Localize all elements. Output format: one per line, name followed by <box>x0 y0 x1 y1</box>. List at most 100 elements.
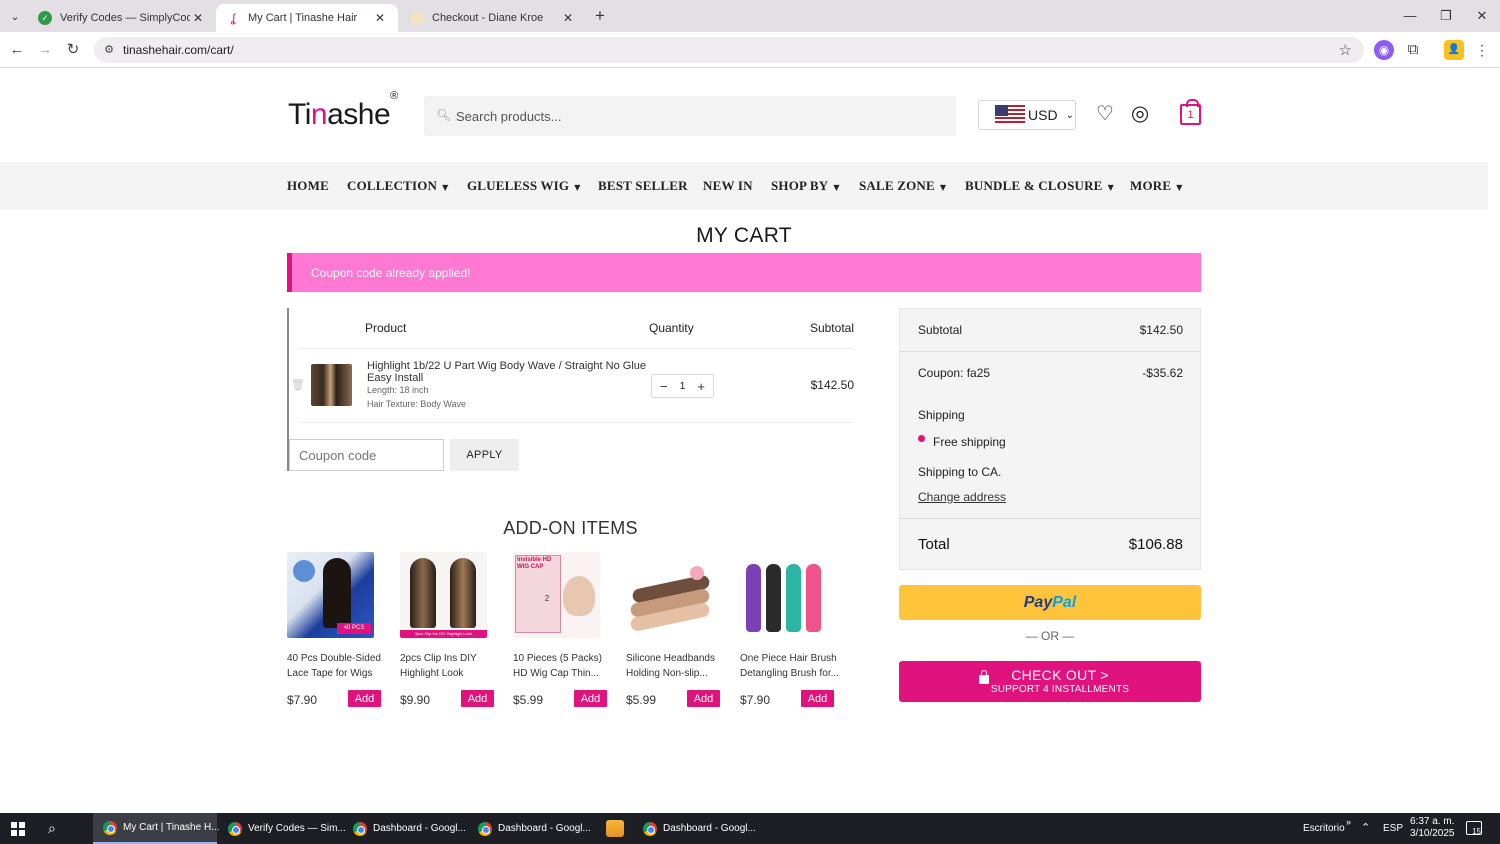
taskbar-app-my-cart[interactable]: My Cart | Tinashe H... <box>93 813 220 844</box>
taskbar-search-icon[interactable]: ⌕ <box>48 820 56 837</box>
bookmark-star-icon[interactable]: ☆ <box>1339 41 1352 59</box>
taskbar-app-verify-codes[interactable]: Verify Codes — Sim... <box>218 813 346 844</box>
add-addon-button[interactable]: Add <box>461 690 494 707</box>
desktop-toolbar-label[interactable]: Escritorio <box>1303 813 1345 844</box>
back-arrow-icon[interactable]: ← <box>6 39 28 61</box>
currency-selector[interactable]: USD ⌄ <box>978 100 1076 130</box>
notification-center-icon[interactable]: 15 <box>1466 821 1482 836</box>
addon-image[interactable]: 40 PCS <box>287 552 374 638</box>
tinashe-logo[interactable]: Tinashe® <box>288 90 398 132</box>
new-tab-button[interactable]: + <box>590 6 610 26</box>
add-addon-button[interactable]: Add <box>348 690 381 707</box>
addon-name[interactable]: One Piece Hair Brush Detangling Brush for… <box>740 651 840 681</box>
nav-item-bundle-closure[interactable]: BUNDLE & CLOSURE ▼ <box>965 178 1114 194</box>
add-addon-button[interactable]: Add <box>687 690 720 707</box>
product-name-link[interactable]: Highlight 1b/22 U Part Wig Body Wave / S… <box>367 360 647 384</box>
tab-search-icon[interactable]: ⌄ <box>4 5 26 27</box>
browser-menu-icon[interactable]: ⋮ <box>1472 40 1492 60</box>
paypal-button[interactable]: PayPal <box>899 585 1201 620</box>
addon-image[interactable]: 2pcs Clip Ins DIY Highlight Look <box>400 552 487 638</box>
chevron-down-icon: ▼ <box>939 182 947 192</box>
logo-text: Ti <box>288 98 311 131</box>
quantity-value[interactable]: 1 <box>680 381 686 392</box>
extensions-puzzle-icon[interactable]: ⧉ <box>1403 40 1423 60</box>
coupon-code-input[interactable] <box>289 439 444 471</box>
tab-title: Verify Codes — SimplyCodes <box>60 12 190 24</box>
reload-icon[interactable]: ↻ <box>62 39 84 61</box>
decrease-quantity-button[interactable]: − <box>660 379 668 394</box>
addon-name[interactable]: 2pcs Clip Ins DIY Highlight Look <box>400 651 500 681</box>
shipping-option-label[interactable]: Free shipping <box>933 435 1006 449</box>
minimize-button[interactable]: — <box>1393 5 1427 27</box>
nav-item-more[interactable]: MORE ▼ <box>1130 178 1183 194</box>
profile-avatar-icon[interactable]: 👤 <box>1444 40 1464 60</box>
wishlist-heart-icon[interactable]: ♡ <box>1092 101 1118 127</box>
addon-image[interactable] <box>626 552 713 638</box>
addon-name[interactable]: 10 Pieces (5 Packs) HD Wig Cap Thin... <box>513 651 613 681</box>
input-language[interactable]: ESP <box>1383 813 1403 844</box>
forward-arrow-icon[interactable]: → <box>34 39 56 61</box>
add-addon-button[interactable]: Add <box>801 690 834 707</box>
site-info-icon[interactable]: ⚙ <box>102 43 116 57</box>
chevron-down-icon: ▼ <box>574 182 581 192</box>
chevron-down-icon: ▼ <box>442 182 449 192</box>
account-user-icon[interactable]: ◎ <box>1127 101 1153 127</box>
addon-name[interactable]: 40 Pcs Double-Sided Lace Tape for Wigs <box>287 651 387 681</box>
search-input[interactable] <box>456 106 936 126</box>
tab-verify-codes[interactable]: ✓ Verify Codes — SimplyCodes ✕ <box>28 4 216 32</box>
addon-item-hair-brush: One Piece Hair Brush Detangling Brush for… <box>740 552 848 707</box>
nav-item-sale-zone[interactable]: SALE ZONE ▼ <box>859 178 946 194</box>
tab-title: My Cart | Tinashe Hair <box>248 12 358 24</box>
apply-coupon-button[interactable]: APPLY <box>450 439 519 471</box>
tab-checkout-diane-kroe[interactable]: Checkout - Diane Kroe ✕ <box>400 4 586 32</box>
summary-subtotal-row: Subtotal $142.50 <box>918 323 1183 337</box>
close-tab-icon[interactable]: ✕ <box>190 11 206 25</box>
taskbar-app-dashboard-3[interactable]: Dashboard - Googl... <box>633 813 757 844</box>
shipping-option-free[interactable]: Free shipping <box>918 435 1183 449</box>
clock-time: 6:37 a. m. <box>1410 816 1455 827</box>
us-flag-icon <box>995 105 1025 125</box>
file-explorer-icon[interactable] <box>606 820 624 837</box>
change-address-link[interactable]: Change address <box>918 490 1006 504</box>
radio-selected-icon[interactable] <box>918 435 925 442</box>
nav-item-new-in[interactable]: NEW IN <box>703 178 753 194</box>
summary-coupon-row: Coupon: fa25 -$35.62 <box>918 366 1183 380</box>
taskbar-app-dashboard-2[interactable]: Dashboard - Googl... <box>468 813 592 844</box>
nav-item-collection[interactable]: COLLECTION ▼ <box>347 178 449 194</box>
close-tab-icon[interactable]: ✕ <box>372 11 388 25</box>
extension-icon[interactable]: ◉ <box>1374 40 1394 60</box>
nav-item-glueless-wig[interactable]: GLUELESS WIG ▼ <box>467 178 581 194</box>
checkout-button[interactable]: CHECK OUT > SUPPORT 4 INSTALLMENTS <box>899 661 1201 702</box>
restore-button[interactable]: ❐ <box>1429 5 1463 27</box>
chrome-icon <box>643 821 657 836</box>
nav-item-best-seller[interactable]: BEST SELLER <box>598 178 688 194</box>
increase-quantity-button[interactable]: + <box>697 379 705 394</box>
addon-image[interactable]: Invisible HD WIG CAP 2 <box>513 552 600 638</box>
addon-name[interactable]: Silicone Headbands Holding Non-slip... <box>626 651 726 681</box>
cart-bag-icon[interactable]: 1 <box>1180 99 1201 125</box>
remove-item-trash-icon[interactable]: 🗑︎ <box>291 378 305 391</box>
url-text[interactable]: tinashehair.com/cart/ <box>123 43 234 57</box>
close-window-button[interactable]: ✕ <box>1465 5 1499 27</box>
nav-item-shop-by[interactable]: SHOP BY ▼ <box>771 178 840 194</box>
nav-item-home[interactable]: HOME <box>287 178 329 194</box>
coupon-discount-value: -$35.62 <box>1142 366 1183 380</box>
search-icon[interactable]: 🔍︎ <box>436 108 451 122</box>
addon-item-wig-cap: Invisible HD WIG CAP 2 10 Pieces (5 Pack… <box>513 552 621 707</box>
addon-image[interactable] <box>740 552 827 638</box>
checkout-sublabel: SUPPORT 4 INSTALLMENTS <box>990 684 1130 695</box>
taskbar-app-dashboard-1[interactable]: Dashboard - Googl... <box>343 813 467 844</box>
chevron-down-icon: ▼ <box>1176 182 1183 192</box>
close-tab-icon[interactable]: ✕ <box>560 11 576 25</box>
add-addon-button[interactable]: Add <box>574 690 607 707</box>
toolbar-expand-icon[interactable]: » <box>1346 807 1351 838</box>
chrome-icon <box>478 821 492 836</box>
chevron-up-icon[interactable]: ⌃ <box>1361 813 1370 844</box>
diane-kroe-favicon-icon <box>410 11 424 25</box>
taskbar-clock[interactable]: 6:37 a. m. 3/10/2025 <box>1410 816 1455 840</box>
windows-start-icon[interactable] <box>11 822 25 836</box>
tab-my-cart[interactable]: ʆ My Cart | Tinashe Hair ✕ <box>216 4 398 32</box>
address-bar[interactable]: ⚙ tinashehair.com/cart/ ☆ <box>94 37 1364 63</box>
coupon-label: Coupon: fa25 <box>918 366 991 380</box>
product-thumbnail[interactable] <box>311 364 352 406</box>
